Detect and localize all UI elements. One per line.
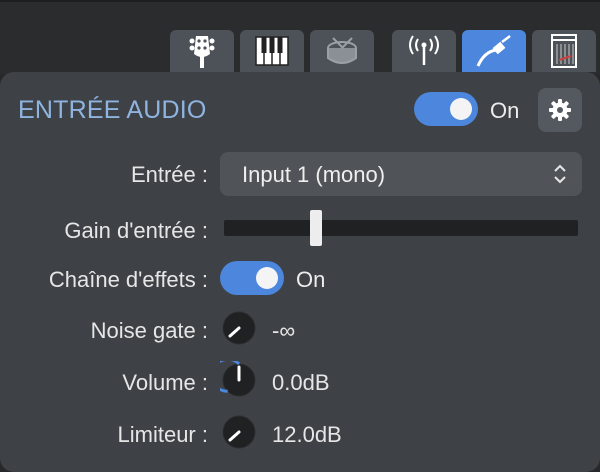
audio-cable-icon [476, 35, 511, 67]
chain-label: Chaîne d'effets : [48, 267, 208, 292]
piano-keys-icon [255, 36, 289, 66]
noise-gate-knob[interactable] [220, 309, 258, 347]
chevron-updown-icon [554, 164, 566, 184]
toggle-knob [256, 267, 278, 289]
tab-audio-input[interactable] [462, 30, 526, 72]
tab-antenna[interactable] [392, 30, 456, 72]
audio-input-panel: ENTRÉE AUDIO On Entrée : Input 1 (mono) [0, 72, 600, 472]
toggle-knob [450, 98, 472, 120]
input-select-value: Input 1 (mono) [242, 162, 386, 187]
gain-label: Gain d'entrée : [64, 218, 208, 243]
amp-icon [551, 34, 577, 68]
tab-guitar[interactable] [170, 30, 234, 72]
effects-chain-state: On [296, 267, 326, 292]
tab-amp[interactable] [532, 30, 596, 72]
panel-title: ENTRÉE AUDIO [18, 96, 207, 124]
tab-drums[interactable] [310, 30, 374, 72]
volume-value: 0.0dB [272, 370, 330, 395]
power-toggle[interactable] [414, 92, 478, 126]
antenna-icon [409, 35, 439, 65]
noise-gate-value: -∞ [272, 318, 296, 343]
effects-chain-toggle[interactable] [220, 261, 284, 295]
top-divider [0, 0, 600, 2]
volume-knob[interactable] [220, 361, 258, 399]
limiteur-label: Limiteur : [117, 422, 208, 447]
gain-slider-track[interactable] [224, 220, 578, 236]
entree-label: Entrée : [130, 162, 208, 187]
guitar-headstock-icon [189, 36, 215, 68]
input-select[interactable]: Input 1 (mono) [220, 152, 582, 196]
tab-piano[interactable] [240, 30, 304, 72]
noise-gate-label: Noise gate : [90, 318, 208, 343]
limiteur-knob[interactable] [220, 413, 258, 451]
gear-icon [549, 99, 571, 121]
drum-icon [327, 37, 357, 64]
volume-label: Volume : [122, 370, 208, 395]
gain-slider-thumb[interactable] [310, 210, 322, 246]
settings-button[interactable] [538, 88, 582, 132]
limiteur-value: 12.0dB [272, 422, 342, 447]
power-state-label: On [490, 98, 520, 123]
